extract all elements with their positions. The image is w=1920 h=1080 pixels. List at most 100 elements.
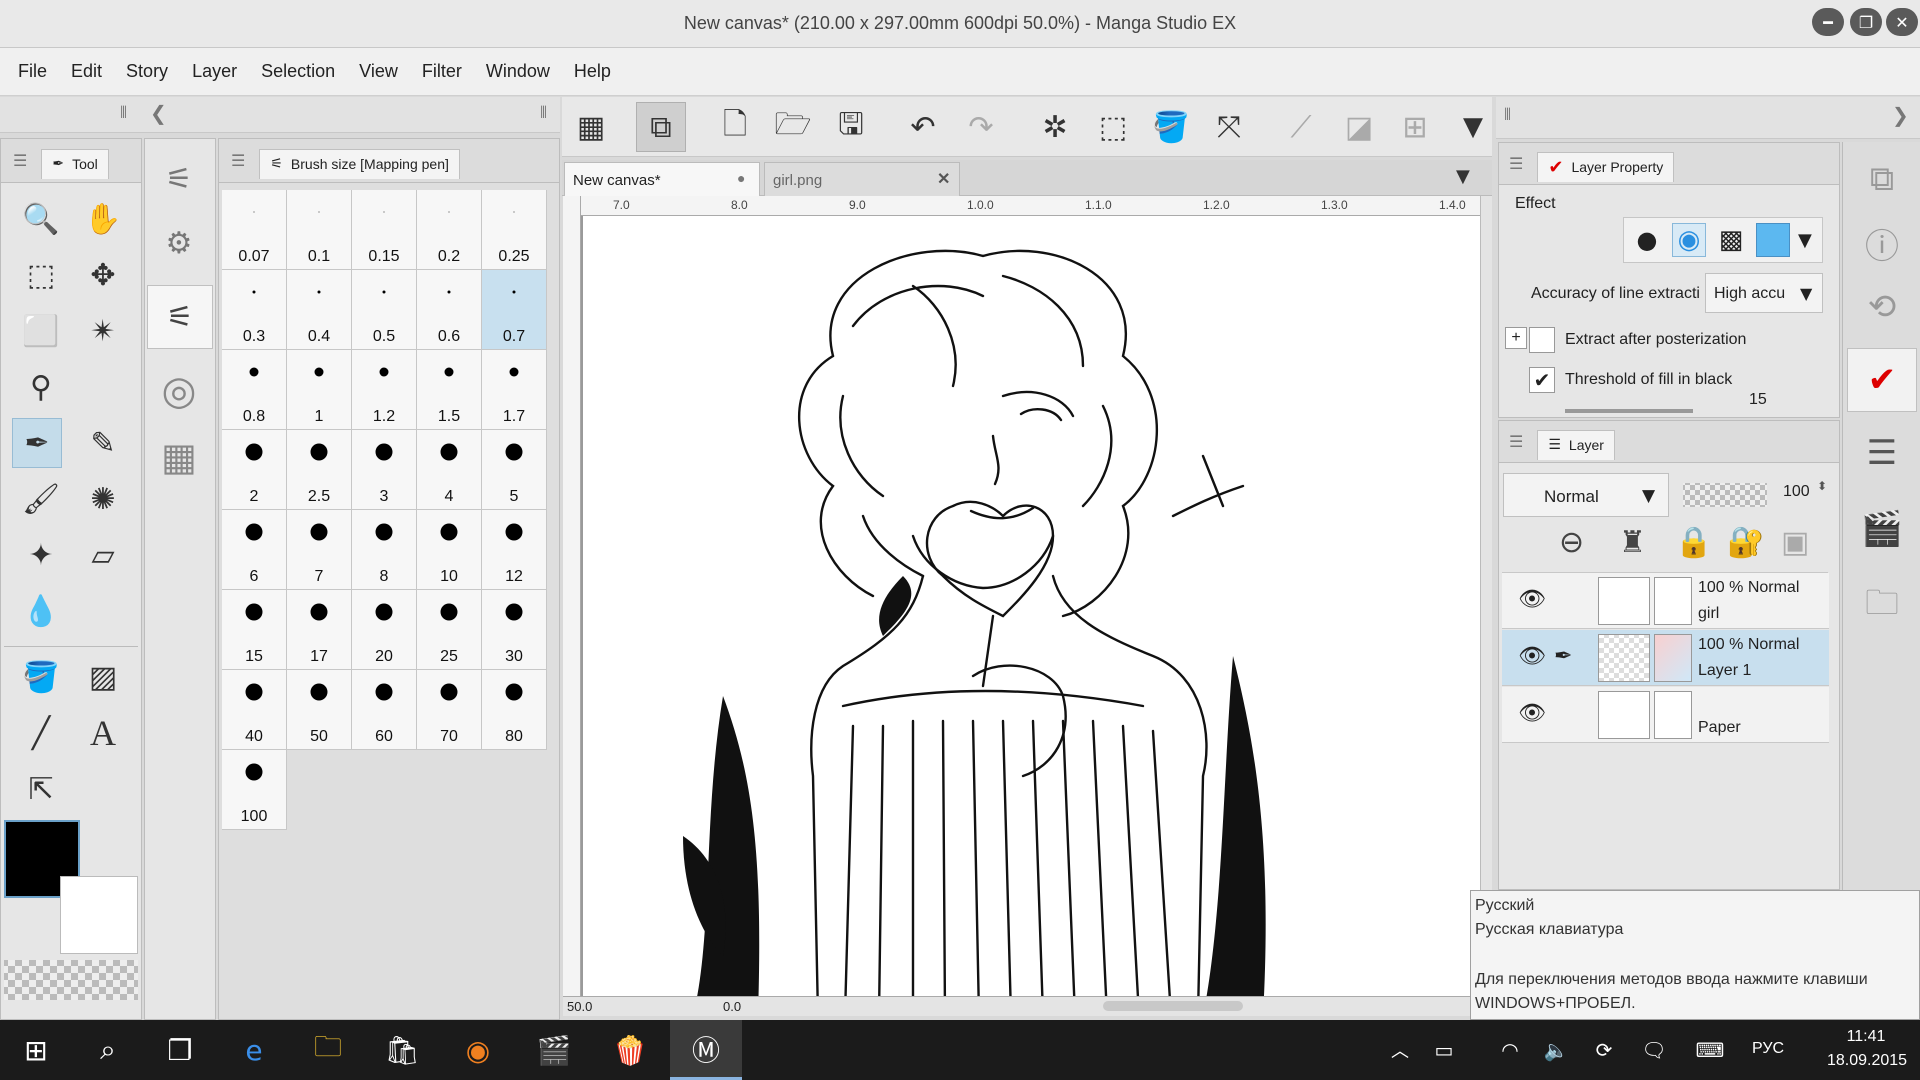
transparent-color-swatch[interactable] [4, 960, 138, 1000]
brush-size-cell[interactable]: 12 [482, 510, 547, 590]
save-icon[interactable]: 🖫 [826, 102, 876, 152]
brush-size-cell[interactable]: 0.4 [287, 270, 352, 350]
eye-icon[interactable]: 👁 [1518, 644, 1546, 669]
redo-icon[interactable]: ↷ [956, 102, 1006, 152]
popcorn-icon[interactable]: 🍿 [594, 1020, 666, 1080]
text-icon[interactable]: A [78, 708, 128, 758]
brush-size-cell[interactable]: 4 [417, 430, 482, 510]
panel-menu-icon[interactable]: ☰ [13, 151, 27, 170]
threshold-checkbox[interactable]: ✔ [1529, 367, 1555, 393]
menu-layer[interactable]: Layer [180, 61, 249, 82]
unsaved-dot-icon[interactable]: ● [737, 170, 745, 186]
brush-size-cell[interactable]: 15 [222, 590, 287, 670]
open-folder-icon[interactable]: 🗁 [768, 102, 818, 152]
tab-list-dropdown-icon[interactable]: ▼ [1456, 166, 1470, 187]
line-icon[interactable]: ╱ [16, 708, 66, 758]
tab-new-canvas[interactable]: New canvas* ● [564, 162, 760, 196]
animation-icon[interactable]: 🎬 [1853, 500, 1911, 558]
sync-icon[interactable]: ⟳ [1584, 1020, 1624, 1080]
brush-size-cell[interactable]: 0.3 [222, 270, 287, 350]
brush-size-cell[interactable]: 0.07 [222, 190, 287, 270]
decoration-icon[interactable]: ✦ [16, 530, 66, 580]
collapse-left-icon[interactable]: ❮ [150, 101, 167, 125]
magic-wand-icon[interactable]: ✴ [78, 306, 128, 356]
brush-size-cell[interactable]: 0.2 [417, 190, 482, 270]
panel-menu-icon[interactable]: ☰ [1509, 154, 1523, 173]
eraser-icon[interactable]: ▱ [78, 530, 128, 580]
menu-help[interactable]: Help [562, 61, 623, 82]
brush-size-cell[interactable]: 0.6 [417, 270, 482, 350]
layers-icon[interactable]: ☰ [1853, 424, 1911, 482]
windows-start-icon[interactable]: ⊞ [0, 1020, 72, 1080]
close-button[interactable]: ✕ [1886, 8, 1918, 36]
selection-marquee-icon[interactable]: ⬜ [16, 306, 66, 356]
task-view-icon[interactable]: ❐ [144, 1020, 216, 1080]
brush-size-cell[interactable]: 20 [352, 590, 417, 670]
undo-icon[interactable]: ↶ [898, 102, 948, 152]
navigator-icon[interactable]: ⧉ [1853, 150, 1911, 208]
fill-icon[interactable]: 🪣 [1146, 102, 1196, 152]
brush-size-cell[interactable]: 7 [287, 510, 352, 590]
notifications-icon[interactable]: 🗨 [1634, 1020, 1674, 1080]
panel-menu-icon[interactable]: ☰ [231, 151, 245, 170]
move-icon[interactable]: ✥ [78, 250, 128, 300]
search-icon[interactable]: ⌕ [72, 1020, 144, 1080]
brush-size-cell[interactable]: 6 [222, 510, 287, 590]
blend-mode-select[interactable]: Normal ▼ [1503, 473, 1669, 517]
hand-icon[interactable]: ✋ [78, 194, 128, 244]
menu-selection[interactable]: Selection [249, 61, 347, 82]
pencil-icon[interactable]: ✎ [78, 418, 128, 468]
brush-size-cell[interactable]: 5 [482, 430, 547, 510]
keyboard-icon[interactable]: ⌨ [1688, 1020, 1732, 1080]
selection-area-icon[interactable]: ⬚ [1088, 102, 1138, 152]
brush-size-cell[interactable]: 80 [482, 670, 547, 750]
brush-size-cell[interactable]: 40 [222, 670, 287, 750]
layer-color-icon[interactable] [1756, 223, 1790, 257]
border-effect-icon[interactable]: ● [1630, 223, 1664, 257]
snap-ruler-icon[interactable]: ◪ [1334, 102, 1384, 152]
show-hidden-icons[interactable]: ︿ [1380, 1020, 1420, 1080]
brush-size-cell[interactable]: 0.15 [352, 190, 417, 270]
mask-icon[interactable]: ▣ [1781, 525, 1809, 560]
brush-size-cell[interactable]: 1.7 [482, 350, 547, 430]
layer-row-paper[interactable]: 👁 Paper [1502, 687, 1829, 743]
snap-grid-icon[interactable]: ⊞ [1390, 102, 1440, 152]
opacity-stepper-icon[interactable]: ⬍ [1817, 479, 1827, 493]
eye-icon[interactable]: 👁 [1518, 587, 1546, 612]
canvas-viewport[interactable]: 7.0 8.0 9.0 1.0.0 1.1.0 1.2.0 1.3.0 1.4.… [563, 196, 1480, 1016]
brush-size-cell[interactable]: 100 [222, 750, 287, 830]
hide-ruler-icon[interactable]: ⟋ [1276, 102, 1326, 152]
grip-icon[interactable]: ⦀ [120, 103, 127, 123]
volume-icon[interactable]: 🔈 [1536, 1020, 1576, 1080]
command-bar-more-icon[interactable]: ▼ [1448, 102, 1498, 152]
brush-size-cell[interactable]: 60 [352, 670, 417, 750]
brush-size-cell[interactable]: 50 [287, 670, 352, 750]
material-icon[interactable]: 🗀 [1853, 578, 1911, 636]
close-tab-icon[interactable]: ✕ [937, 169, 950, 189]
blend-icon[interactable]: 💧 [16, 586, 66, 636]
brush-size-cell[interactable]: 1.2 [352, 350, 417, 430]
expand-icon[interactable]: + [1505, 327, 1527, 349]
tab-brush-size[interactable]: ⚟ Brush size [Mapping pen] [259, 148, 460, 179]
battery-icon[interactable]: ▭ [1424, 1020, 1464, 1080]
brush-size-cell[interactable]: 0.25 [482, 190, 547, 270]
brush-size-cell[interactable]: 0.8 [222, 350, 287, 430]
tab-girl-png[interactable]: girl.png ✕ [764, 162, 960, 196]
layer-row-layer-1[interactable]: 👁 ✒ 100 % Normal Layer 1 [1502, 630, 1829, 686]
history-icon[interactable]: ⟲ [1853, 278, 1911, 336]
effect-dropdown-icon[interactable]: ▼ [1798, 230, 1812, 251]
lock-transparent-icon[interactable]: 🔐 [1727, 525, 1764, 560]
brush-size-cell[interactable]: 0.5 [352, 270, 417, 350]
threshold-value[interactable]: 15 [1749, 391, 1767, 409]
new-file-icon[interactable]: 🗋 [710, 102, 760, 152]
menu-edit[interactable]: Edit [59, 61, 114, 82]
brush-size-cell[interactable]: 1.5 [417, 350, 482, 430]
menu-story[interactable]: Story [114, 61, 180, 82]
minimize-button[interactable]: ━ [1812, 8, 1844, 36]
layer-property-icon[interactable]: ✔ [1847, 348, 1917, 412]
correct-line-icon[interactable]: ⇱ [16, 764, 66, 814]
canvas-paper[interactable] [583, 216, 1480, 1016]
maximize-button[interactable]: ❐ [1850, 8, 1882, 36]
edge-browser-icon[interactable]: e [218, 1020, 290, 1080]
threshold-slider[interactable] [1565, 409, 1693, 413]
